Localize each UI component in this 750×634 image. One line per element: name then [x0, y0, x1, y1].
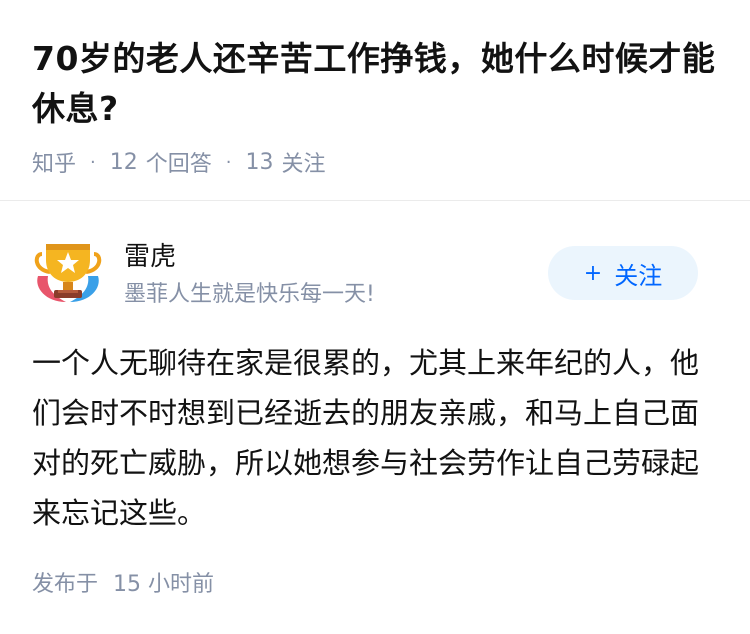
answer-count-label: 个回答	[145, 152, 212, 177]
question-title[interactable]: 70岁的老人还辛苦工作挣钱，她什么时候才能休息?	[32, 34, 718, 134]
author-name[interactable]: 雷虎	[124, 236, 176, 273]
section-divider	[0, 200, 750, 201]
author-info: 雷虎 墨菲人生就是快乐每一天! + 关注	[32, 232, 718, 312]
publish-time: 发布于 15 小时前	[32, 566, 214, 598]
follow-count-label: 关注	[281, 152, 326, 177]
source-label[interactable]: 知乎	[32, 146, 76, 178]
follow-count: 13	[245, 149, 274, 175]
author-bio: 墨菲人生就是快乐每一天!	[124, 282, 375, 307]
trophy-badge-icon	[34, 244, 102, 302]
follow-button[interactable]: + 关注	[548, 246, 698, 300]
meta-separator: ·	[90, 151, 96, 173]
avatar[interactable]	[32, 236, 104, 308]
answer-content: 一个人无聊待在家是很累的，尤其上来年纪的人，他们会时不时想到已经逝去的朋友亲戚，…	[32, 346, 700, 530]
meta-separator: ·	[225, 151, 232, 173]
publish-time-value: 15 小时前	[113, 572, 215, 597]
question-meta: 知乎 · 12 个回答 · 13 关注	[32, 146, 718, 178]
question-header: 70岁的老人还辛苦工作挣钱，她什么时候才能休息? 知乎 · 12 个回答 · 1…	[0, 0, 750, 200]
publish-label: 发布于	[32, 572, 99, 597]
answer-page: 70岁的老人还辛苦工作挣钱，她什么时候才能休息? 知乎 · 12 个回答 · 1…	[0, 0, 750, 634]
plus-icon: +	[583, 260, 603, 286]
follow-button-label: 关注	[614, 261, 663, 290]
answer-count: 12	[109, 149, 138, 175]
